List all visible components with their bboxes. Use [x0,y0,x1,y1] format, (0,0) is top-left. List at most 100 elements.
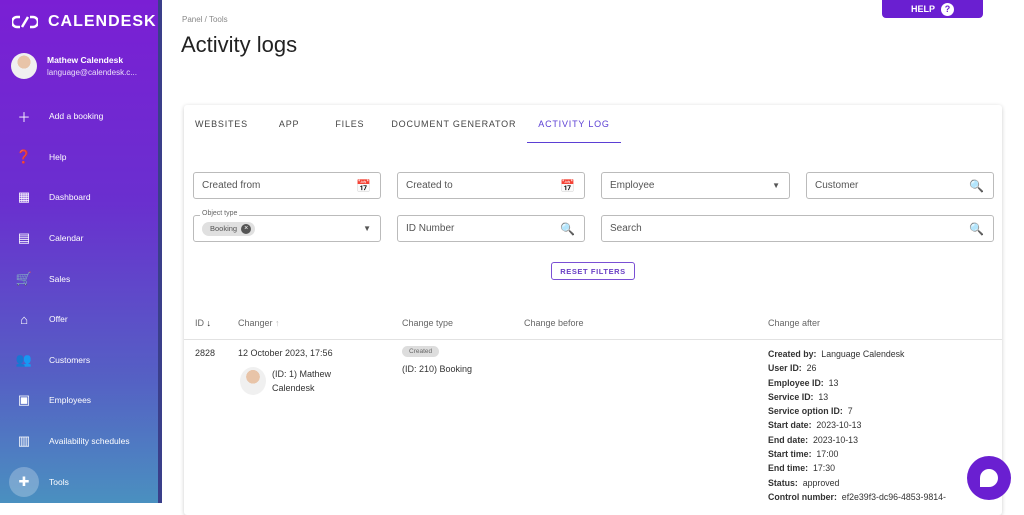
header-label: ID [195,318,204,328]
logo[interactable]: CALENDESK [12,13,157,31]
sidebar-item-help[interactable]: ❓ Help [0,137,158,178]
sidebar-item-label: Dashboard [49,192,91,203]
field-placeholder: ID Number [406,223,455,234]
field-label: Object type [200,210,240,217]
row-date: 12 October 2023, 17:56 [238,348,333,358]
search-icon: 🔍 [969,179,984,193]
created-from-field[interactable]: Created from 📅 [193,172,381,199]
row-change-type: (ID: 210) Booking [402,364,473,374]
field-placeholder: Created from [202,180,261,191]
created-to-field[interactable]: Created to 📅 [397,172,585,199]
sidebar-item-dashboard[interactable]: ▦ Dashboard [0,177,158,218]
reset-filters-button[interactable]: RESET FILTERS [551,262,635,280]
field-placeholder: Customer [815,180,859,191]
help-label: HELP [910,4,935,14]
status-badge: Created [402,346,440,357]
object-type-chip: Booking × [202,221,256,236]
field-placeholder: Employee [610,180,655,191]
header-changer[interactable]: Changer ↑ [238,318,280,328]
logo-icon [12,15,38,29]
row-changer: (ID: 1) Mathew Calendesk [272,367,331,395]
changer-avatar [240,367,266,395]
tab-app[interactable]: APP [259,105,319,143]
schedule-icon: ▥ [17,433,31,449]
sidebar-nav: ＋ Add a booking ❓ Help ▦ Dashboard ▤ Calenda… [0,96,158,502]
cart-icon: 🛒 [15,270,33,286]
sidebar-item-label: Employees [49,395,92,406]
user-profile[interactable]: Mathew Calendesk language@calendesk.c... [11,53,137,79]
sidebar-item-label: Customers [49,354,91,365]
sidebar-item-label: Add a booking [49,111,104,122]
search-icon: 🔍 [969,222,984,236]
sidebar: CALENDESK Mathew Calendesk language@cale… [0,0,158,503]
breadcrumb: Panel / Tools [182,15,228,24]
tab-files[interactable]: FILES [319,105,380,143]
chevron-down-icon: ▼ [772,181,780,190]
user-name: Mathew Calendesk [47,55,124,65]
id-number-field[interactable]: ID Number 🔍 [397,215,585,242]
help-icon: ❓ [15,148,33,164]
changer-name: Calendesk [272,383,315,393]
arrow-down-icon: ↓ [206,318,212,328]
calendar-icon[interactable]: 📅 [560,179,575,193]
sidebar-item-offer[interactable]: ⌂ Offer [0,299,158,340]
dashboard-icon: ▦ [17,189,31,205]
chip-label: Booking [210,224,238,233]
search-icon: 🔍 [560,222,575,236]
sidebar-item-add-booking[interactable]: ＋ Add a booking [0,96,158,137]
row-change-after: Created by: Language Calendesk User ID: … [768,347,946,504]
sidebar-item-label: Sales [49,273,71,284]
tab-document-generator[interactable]: DOCUMENT GENERATOR [380,105,527,143]
after-line: Service option ID: 7 [768,406,853,417]
header-divider [184,339,1002,340]
sidebar-item-customers[interactable]: 👥 Customers [0,340,158,381]
tools-card: WEBSITES APP FILES DOCUMENT GENERATOR AC… [184,105,1002,515]
after-line: User ID: 26 [768,363,817,374]
after-line: Start time: 17:00 [768,449,839,460]
header-change-before: Change before [524,318,584,328]
sidebar-item-label: Tools [49,476,69,487]
sidebar-scrollbar[interactable] [158,0,162,503]
sidebar-item-tools[interactable]: ✚ Tools [0,461,158,502]
plus-icon: ＋ [17,109,31,125]
puzzle-icon: ✚ [9,466,39,497]
employee-select[interactable]: Employee ▼ [601,172,790,199]
chat-icon [980,469,998,487]
chevron-down-icon: ▼ [363,224,371,233]
chat-button[interactable] [967,456,1011,500]
field-placeholder: Search [610,223,642,234]
tabs: WEBSITES APP FILES DOCUMENT GENERATOR AC… [184,105,622,143]
store-icon: ⌂ [20,311,28,327]
app-name: CALENDESK [48,13,157,30]
object-type-select[interactable]: Object type Booking × ▼ [193,210,381,242]
user-email: language@calendesk.c... [47,68,137,77]
search-field[interactable]: Search 🔍 [601,215,994,242]
sidebar-item-label: Offer [49,314,68,325]
row-id: 2828 [195,348,216,358]
tab-websites[interactable]: WEBSITES [184,105,259,143]
header-id[interactable]: ID ↓ [195,318,211,328]
after-line: Employee ID: 13 [768,377,839,388]
after-line: End date: 2023-10-13 [768,434,858,445]
sidebar-item-sales[interactable]: 🛒 Sales [0,258,158,299]
arrow-up-icon: ↑ [275,318,280,328]
changer-name: (ID: 1) Mathew [272,369,332,379]
after-line: Status: approved [768,477,840,488]
after-line: Start date: 2023-10-13 [768,420,862,431]
header-change-type: Change type [402,318,454,328]
tab-activity-log[interactable]: ACTIVITY LOG [527,105,622,143]
help-button[interactable]: HELP? [882,0,983,18]
question-icon: ? [941,2,954,16]
after-line: Service ID: 13 [768,391,829,402]
sidebar-item-calendar[interactable]: ▤ Calendar [0,218,158,259]
after-line: End time: 17:30 [768,463,835,474]
customer-field[interactable]: Customer 🔍 [806,172,994,199]
sidebar-item-employees[interactable]: ▣ Employees [0,380,158,421]
field-placeholder: Created to [406,180,453,191]
header-label: Changer [238,318,273,328]
after-line: Created by: Language Calendesk [768,349,905,359]
badge-icon: ▣ [17,392,31,408]
calendar-icon[interactable]: 📅 [356,179,371,193]
close-icon[interactable]: × [241,223,252,234]
sidebar-item-availability[interactable]: ▥ Availability schedules [0,421,158,462]
